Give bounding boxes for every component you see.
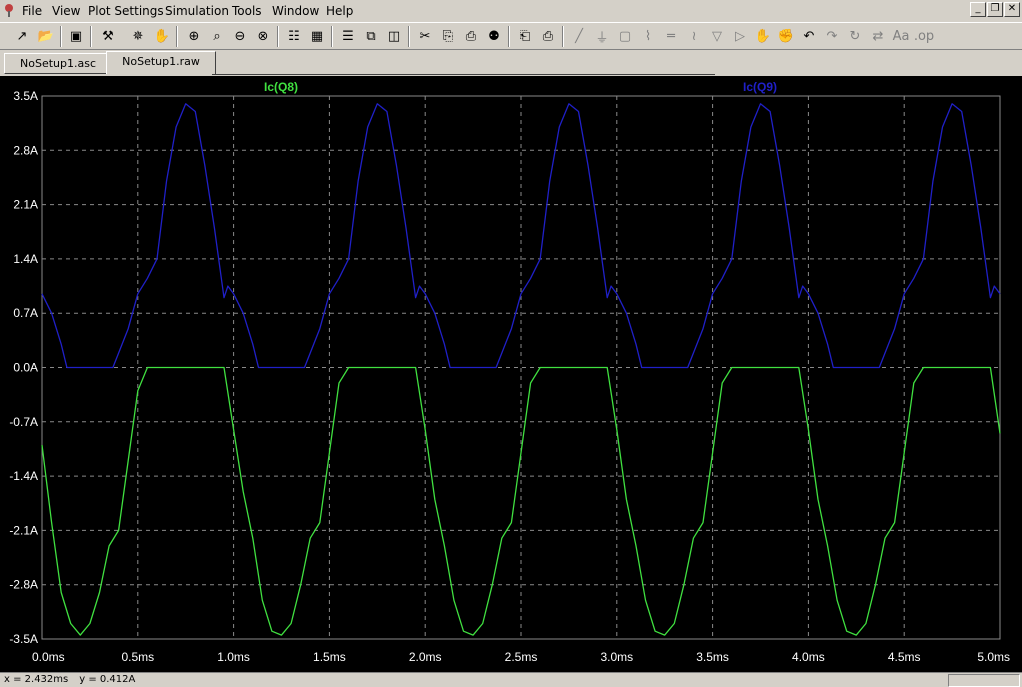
copy-icon[interactable]: ⎘ <box>438 26 458 46</box>
ground-icon[interactable]: ⏚ <box>592 26 612 46</box>
undo-icon[interactable]: ↶ <box>799 26 819 46</box>
y-tick-label: -1.4A <box>9 469 38 483</box>
text-icon[interactable]: Aa <box>891 26 911 46</box>
control-panel-icon[interactable]: ⚒ <box>98 26 118 46</box>
component-icon[interactable]: ▷ <box>730 26 750 46</box>
x-tick-label: 1.0ms <box>217 650 250 664</box>
minimize-button[interactable]: _ <box>970 2 986 17</box>
menu-simulation[interactable]: Simulation <box>165 4 229 18</box>
diode-icon[interactable]: ▽ <box>707 26 727 46</box>
document-tab-bar: NoSetup1.asc NoSetup1.raw <box>0 49 1022 75</box>
zoom-in-icon[interactable]: ⊕ <box>184 26 204 46</box>
menu-window[interactable]: Window <box>272 4 319 18</box>
x-tick-label: 3.0ms <box>600 650 633 664</box>
y-axis-ticks: 3.5A 2.8A 2.1A 1.4A 0.7A 0.0A -0.7A -1.4A -2.1A -… <box>9 89 38 646</box>
menu-view[interactable]: View <box>52 4 80 18</box>
toolbar: ↗ 📂 ▣ ⚒ ✵ ✋ ⊕ ⌕ ⊖ ⊗ ☷ ▦ ☰ ⧉ ◫ ✂ ⎘ ⎙ ⚉ ⎗ … <box>0 22 1022 50</box>
legend-label-ic-q8: Ic(Q8) <box>264 80 298 94</box>
y-tick-label: -2.8A <box>9 578 38 592</box>
window-controls: _ ❐ ✕ <box>970 2 1020 17</box>
paste-icon[interactable]: ⎙ <box>461 26 481 46</box>
label-net-icon[interactable]: ▢ <box>615 26 635 46</box>
zoom-out-icon[interactable]: ⊖ <box>230 26 250 46</box>
print-icon[interactable]: ⎙ <box>538 26 558 46</box>
x-tick-label: 0.5ms <box>121 650 154 664</box>
cascade-icon[interactable]: ⧉ <box>361 26 381 46</box>
waveform-plot-pane[interactable]: 3.5A 2.8A 2.1A 1.4A 0.7A 0.0A -0.7A -1.4A -2.1A -… <box>0 76 1022 672</box>
y-tick-label: 2.8A <box>13 143 38 157</box>
resistor-icon[interactable]: ⌇ <box>638 26 658 46</box>
inductor-icon[interactable]: ≀ <box>684 26 704 46</box>
x-axis-ticks: 0.0ms 0.5ms 1.0ms 1.5ms 2.0ms 2.5ms 3.0ms 3.5ms… <box>32 650 1010 664</box>
find-icon[interactable]: ⚉ <box>484 26 504 46</box>
cursor-readout: x = 2.432ms y = 0.412A <box>4 674 135 685</box>
halt-icon[interactable]: ✋ <box>152 26 172 46</box>
menu-file[interactable]: File <box>22 4 42 18</box>
cut-icon[interactable]: ✂ <box>415 26 435 46</box>
ltspice-app-icon[interactable] <box>2 3 16 17</box>
zoom-cancel-icon[interactable]: ⊗ <box>253 26 273 46</box>
y-tick-label: 0.0A <box>13 361 38 375</box>
x-tick-label: 3.5ms <box>696 650 729 664</box>
restore-button[interactable]: ❐ <box>987 2 1003 17</box>
save-icon[interactable]: ▣ <box>66 26 86 46</box>
run-icon[interactable]: ✵ <box>128 26 148 46</box>
autorange-icon[interactable]: ☷ <box>284 26 304 46</box>
legend-layer: Ic(Q8) Ic(Q9) <box>264 80 777 94</box>
menu-help[interactable]: Help <box>326 4 353 18</box>
y-tick-label: 2.1A <box>13 198 38 212</box>
draw-wire-icon[interactable]: ╱ <box>569 26 589 46</box>
print-preview-icon[interactable]: ⎗ <box>515 26 535 46</box>
toolbar-separator <box>90 26 92 47</box>
spice-directive-icon[interactable]: .op <box>914 26 934 46</box>
y-tick-label: 0.7A <box>13 306 38 320</box>
waveform-icon[interactable]: ▦ <box>307 26 327 46</box>
tile-horizontal-icon[interactable]: ☰ <box>338 26 358 46</box>
y-tick-label: -2.1A <box>9 523 38 537</box>
tile-vertical-icon[interactable]: ◫ <box>384 26 404 46</box>
waveform-chart[interactable]: 3.5A 2.8A 2.1A 1.4A 0.7A 0.0A -0.7A -1.4A -2.1A -… <box>0 76 1022 672</box>
toolbar-separator <box>508 26 510 47</box>
y-readout: y = 0.412A <box>79 674 136 685</box>
rotate-icon[interactable]: ↻ <box>845 26 865 46</box>
y-tick-label: 1.4A <box>13 252 38 266</box>
x-readout: x = 2.432ms <box>4 674 69 685</box>
close-button[interactable]: ✕ <box>1004 2 1020 17</box>
x-tick-label: 2.5ms <box>505 650 538 664</box>
x-tick-label: 0.0ms <box>32 650 65 664</box>
zoom-area-icon[interactable]: ⌕ <box>207 26 227 46</box>
move-icon[interactable]: ✋ <box>753 26 773 46</box>
tab-nosetup1-asc[interactable]: NoSetup1.asc <box>4 53 112 74</box>
x-tick-label: 4.0ms <box>792 650 825 664</box>
status-bar: x = 2.432ms y = 0.412A <box>0 672 1022 687</box>
x-tick-label: 5.0ms <box>977 650 1010 664</box>
x-tick-label: 4.5ms <box>888 650 921 664</box>
toolbar-separator <box>277 26 279 47</box>
tab-strip-line <box>212 74 715 75</box>
mirror-icon[interactable]: ⇄ <box>868 26 888 46</box>
redo-icon[interactable]: ↷ <box>822 26 842 46</box>
menu-tools[interactable]: Tools <box>232 4 262 18</box>
status-panel <box>948 674 1020 687</box>
toolbar-separator <box>176 26 178 47</box>
open-icon[interactable]: 📂 <box>36 26 56 46</box>
new-schematic-icon[interactable]: ↗ <box>12 26 32 46</box>
menu-plot-settings[interactable]: Plot Settings <box>88 4 164 18</box>
menu-bar: File View Plot Settings Simulation Tools… <box>0 0 1022 21</box>
y-tick-label: 3.5A <box>13 89 38 103</box>
tab-nosetup1-raw[interactable]: NoSetup1.raw <box>106 51 216 74</box>
toolbar-separator <box>331 26 333 47</box>
toolbar-separator <box>408 26 410 47</box>
toolbar-separator <box>562 26 564 47</box>
drag-icon[interactable]: ✊ <box>776 26 796 46</box>
y-tick-label: -0.7A <box>9 415 38 429</box>
capacitor-icon[interactable]: ═ <box>661 26 681 46</box>
toolbar-separator <box>60 26 62 47</box>
x-tick-label: 2.0ms <box>409 650 442 664</box>
legend-label-ic-q9: Ic(Q9) <box>743 80 777 94</box>
y-tick-label: -3.5A <box>9 632 38 646</box>
x-tick-label: 1.5ms <box>313 650 346 664</box>
